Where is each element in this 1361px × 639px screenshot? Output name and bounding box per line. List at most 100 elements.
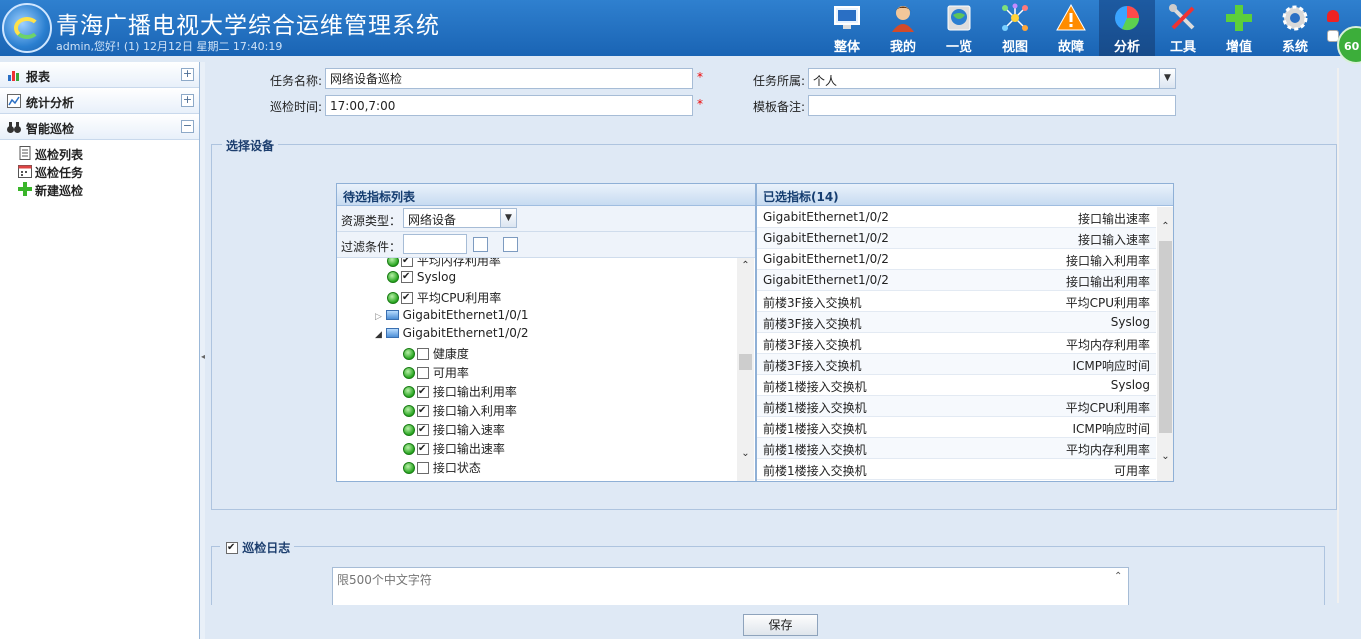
tree-node[interactable]: ▷ GigabitEthernet1/0/1 (375, 308, 529, 327)
filter-search-icon[interactable] (473, 237, 488, 252)
expand-toggle[interactable]: + (181, 68, 194, 81)
inspection-log-legend[interactable]: 巡检日志 (220, 539, 295, 556)
tree-checkbox[interactable] (417, 462, 429, 474)
chevron-down-icon: ▼ (1159, 69, 1175, 88)
inspect-time-input[interactable] (325, 95, 693, 116)
calendar-icon (18, 165, 32, 178)
gear-icon (1282, 5, 1308, 31)
scroll-down-icon[interactable]: ⌄ (1157, 451, 1173, 468)
monitor-icon (834, 6, 860, 29)
scroll-up-icon[interactable]: ⌃ (1157, 221, 1173, 238)
required-mark: * (697, 70, 703, 84)
tree-checkbox[interactable] (417, 367, 429, 379)
list-item[interactable]: GigabitEthernet1/0/2 接口输出利用率 (757, 270, 1156, 291)
tree-node[interactable]: ◢ GigabitEthernet1/0/2 (375, 326, 529, 345)
tree-item[interactable]: 接口输出利用率 (403, 383, 517, 402)
expand-toggle[interactable]: + (181, 94, 194, 107)
tree-checkbox[interactable] (401, 258, 413, 267)
select-device-legend: 选择设备 (222, 137, 279, 154)
tree-item[interactable]: 可用率 (403, 364, 469, 383)
collapse-toggle[interactable]: − (181, 120, 194, 133)
scroll-down-icon[interactable]: ⌄ (1337, 580, 1339, 597)
list-item[interactable]: 前楼1楼接入交换机 Syslog (757, 375, 1156, 396)
list-item[interactable]: 前楼1楼接入交换机 平均内存利用率 (757, 438, 1156, 459)
selected-scrollbar[interactable]: ⌃ ⌄ (1157, 207, 1173, 481)
sidebar-group-reports[interactable]: 报表 + (0, 62, 199, 88)
main-scrollbar[interactable]: ⌃ ⌄ (1337, 68, 1339, 603)
scroll-up-icon[interactable]: ⌃ (737, 260, 754, 277)
filter-input[interactable] (403, 234, 467, 254)
selected-metrics-list: GigabitEthernet1/0/2 接口输出速率 GigabitEthern… (757, 207, 1157, 481)
tree-checkbox[interactable] (417, 405, 429, 417)
textarea-scroll-up-icon[interactable]: ⌃ (1114, 571, 1122, 582)
interface-icon (385, 328, 399, 338)
tree-checkbox[interactable] (417, 424, 429, 436)
alarm-light-icon[interactable] (1327, 10, 1339, 22)
sidebar-item-new-inspection[interactable]: 新建巡检 (0, 180, 199, 198)
nav-mine[interactable]: 我的 (875, 0, 931, 56)
expand-arrow-icon[interactable]: ▷ (375, 312, 382, 322)
sidebar-item-inspection-list[interactable]: 巡检列表 (0, 144, 199, 162)
nav-view[interactable]: 视图 (987, 0, 1043, 56)
tree-item[interactable]: 接口状态 (403, 459, 481, 478)
inspect-time-label: 巡检时间: (269, 100, 322, 114)
tree-item[interactable]: 接口输出速率 (403, 440, 505, 459)
list-item[interactable]: 前楼1楼接入交换机 可用率 (757, 459, 1156, 480)
tree-item[interactable]: 接口输入利用率 (403, 402, 517, 421)
nav-fault[interactable]: 故障 (1043, 0, 1099, 56)
tree-item[interactable]: 平均CPU利用率 (387, 289, 501, 308)
nav-system[interactable]: 系统 (1267, 0, 1323, 56)
tree-scrollbar[interactable]: ⌃ ⌄ (737, 258, 754, 481)
owner-select[interactable]: 个人 ▼ (808, 68, 1176, 89)
tree-checkbox[interactable] (417, 443, 429, 455)
app-header: 青海广播电视大学综合运维管理系统 admin,您好! (1) 12月12日 星期… (0, 0, 1361, 64)
top-nav: 整体 我的 一览 视图 故障 分析 工具 增值 系统 (819, 0, 1323, 56)
status-ok-icon (387, 292, 399, 304)
sidebar-item-inspection-task[interactable]: 巡检任务 (0, 162, 199, 180)
tree-item[interactable]: Syslog (387, 270, 456, 289)
status-badge: 60 (1337, 26, 1361, 64)
log-textarea[interactable] (332, 567, 1129, 605)
list-item[interactable]: GigabitEthernet1/0/2 接口输入利用率 (757, 249, 1156, 270)
scroll-thumb[interactable] (1159, 241, 1172, 433)
warning-icon (1056, 3, 1086, 31)
scroll-up-icon[interactable]: ⌃ (1337, 78, 1339, 95)
log-checkbox[interactable] (226, 542, 238, 554)
save-button[interactable]: 保存 (743, 614, 818, 636)
list-item[interactable]: 前楼3F接入交换机 平均内存利用率 (757, 333, 1156, 354)
list-item[interactable]: GigabitEthernet1/0/2 接口输出速率 (757, 207, 1156, 228)
scroll-down-icon[interactable]: ⌄ (737, 448, 754, 465)
scroll-thumb[interactable] (739, 354, 752, 370)
topology-icon (1002, 3, 1028, 31)
user-icon (892, 6, 914, 32)
list-item[interactable]: 前楼3F接入交换机 平均CPU利用率 (757, 291, 1156, 312)
list-icon[interactable] (503, 237, 518, 252)
tree-checkbox[interactable] (417, 386, 429, 398)
collapse-arrow-icon[interactable]: ◢ (375, 330, 382, 340)
sidebar-group-statistics[interactable]: 统计分析 + (0, 88, 199, 114)
nav-value-added[interactable]: 增值 (1211, 0, 1267, 56)
plus-icon (1226, 5, 1252, 31)
tree-checkbox[interactable] (401, 271, 413, 283)
list-item[interactable]: GigabitEthernet1/0/2 接口输入速率 (757, 228, 1156, 249)
status-ok-icon (403, 443, 415, 455)
filter-row: 过滤条件： (337, 232, 755, 258)
nav-analysis[interactable]: 分析 (1099, 0, 1155, 56)
list-item[interactable]: 前楼3F接入交换机 ICMP响应时间 (757, 354, 1156, 375)
resource-type-select[interactable]: 网络设备 ▼ (403, 208, 517, 228)
tree-item[interactable]: 健康度 (403, 345, 469, 364)
task-name-input[interactable] (325, 68, 693, 89)
task-name-label: 任务名称: (269, 74, 322, 88)
tree-item[interactable]: 接口输入速率 (403, 421, 505, 440)
nav-overview[interactable]: 一览 (931, 0, 987, 56)
tree-checkbox[interactable] (401, 292, 413, 304)
list-item[interactable]: 前楼1楼接入交换机 平均CPU利用率 (757, 396, 1156, 417)
nav-tools[interactable]: 工具 (1155, 0, 1211, 56)
sidebar-group-smart-inspection[interactable]: 智能巡检 − (0, 114, 199, 140)
remark-input[interactable] (808, 95, 1176, 116)
tree-checkbox[interactable] (417, 348, 429, 360)
nav-overall[interactable]: 整体 (819, 0, 875, 56)
list-item[interactable]: 前楼1楼接入交换机 ICMP响应时间 (757, 417, 1156, 438)
interface-icon (385, 310, 399, 320)
list-item[interactable]: 前楼3F接入交换机 Syslog (757, 312, 1156, 333)
